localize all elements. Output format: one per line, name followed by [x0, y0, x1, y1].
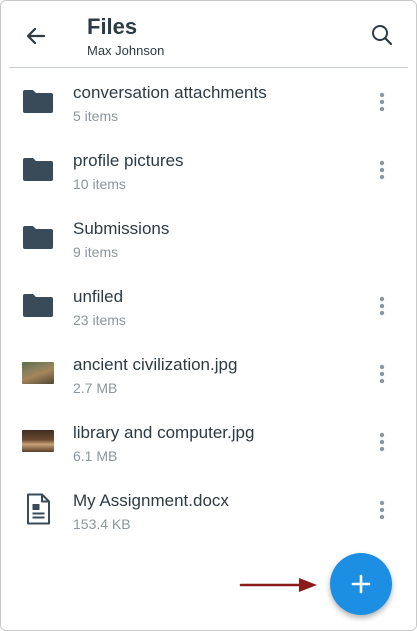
list-item[interactable]: library and computer.jpg 6.1 MB [1, 408, 416, 476]
overflow-menu-button[interactable] [372, 430, 392, 454]
file-name: ancient civilization.jpg [73, 355, 238, 374]
file-meta: 153.4 KB [73, 516, 131, 532]
back-button[interactable] [21, 21, 51, 51]
folder-icon [21, 86, 55, 116]
list-item[interactable]: My Assignment.docx 153.4 KB [1, 476, 416, 544]
overflow-menu-button[interactable] [372, 362, 392, 386]
page-subtitle: Max Johnson [87, 43, 165, 58]
file-name: unfiled [73, 287, 124, 306]
list-item[interactable]: conversation attachments 5 items [1, 68, 416, 136]
folder-icon [21, 290, 55, 320]
more-vertical-icon [379, 364, 385, 384]
folder-icon [21, 222, 55, 252]
file-meta: 2.7 MB [73, 380, 118, 396]
page-title: Files [87, 14, 138, 39]
plus-icon [351, 574, 371, 594]
file-name: library and computer.jpg [73, 423, 255, 442]
list-item[interactable]: profile pictures 10 items [1, 136, 416, 204]
more-vertical-icon [379, 296, 385, 316]
list-item[interactable]: ancient civilization.jpg 2.7 MB [1, 340, 416, 408]
annotation-arrow-icon [239, 578, 317, 592]
document-icon [21, 493, 55, 525]
file-meta: 10 items [73, 176, 126, 192]
file-name: conversation attachments [73, 83, 267, 102]
file-meta: 9 items [73, 244, 119, 260]
arrow-left-icon [26, 27, 46, 45]
file-meta: 6.1 MB [73, 448, 118, 464]
image-thumbnail [21, 426, 55, 456]
ruins-thumbnail-icon [22, 362, 54, 384]
app-window: Files Max Johnson conversation attachmen… [0, 0, 417, 631]
more-vertical-icon [379, 432, 385, 452]
search-icon [372, 25, 393, 46]
overflow-menu-button[interactable] [372, 294, 392, 318]
file-name: My Assignment.docx [73, 491, 229, 510]
list-item[interactable]: unfiled 23 items [1, 272, 416, 340]
more-vertical-icon [379, 500, 385, 520]
toolbar: Files Max Johnson [1, 1, 416, 67]
overflow-menu-button[interactable] [372, 498, 392, 522]
file-name: Submissions [73, 219, 170, 238]
search-button[interactable] [368, 21, 396, 49]
library-thumbnail-icon [22, 430, 54, 452]
more-vertical-icon [379, 160, 385, 180]
overflow-menu-button[interactable] [372, 90, 392, 114]
file-meta: 5 items [73, 108, 119, 124]
file-meta: 23 items [73, 312, 126, 328]
folder-icon [21, 154, 55, 184]
overflow-menu-button[interactable] [372, 158, 392, 182]
image-thumbnail [21, 358, 55, 388]
add-file-button[interactable] [330, 553, 392, 615]
list-item[interactable]: Submissions 9 items [1, 204, 416, 272]
more-vertical-icon [379, 92, 385, 112]
file-name: profile pictures [73, 151, 184, 170]
